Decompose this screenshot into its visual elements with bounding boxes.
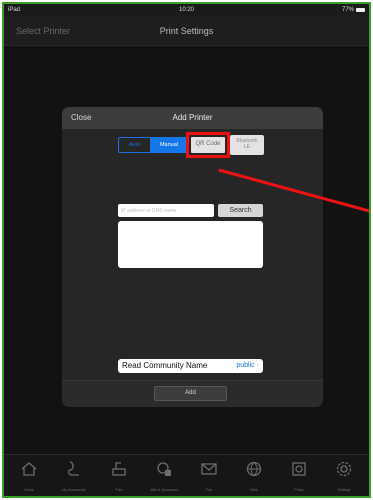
ipad-screen: iPad 10:20 77% Select Printer Print Sett… [2, 2, 371, 498]
tab-label: Print [115, 488, 123, 492]
tab-my-documents[interactable]: My Documents [51, 455, 97, 496]
add-button[interactable]: Add [154, 386, 227, 401]
dialog-title: Add Printer [172, 113, 213, 122]
tab-web-document[interactable]: Web & Document [141, 455, 187, 496]
segment-le-label: LE [243, 144, 251, 150]
home-icon [21, 462, 37, 476]
read-community-name-row[interactable]: Read Community Name public › [118, 359, 263, 373]
community-name-label: Read Community Name [122, 361, 208, 370]
dialog-header: Close Add Printer [62, 107, 323, 129]
tab-label: My Documents [62, 488, 86, 492]
ip-address-input[interactable] [118, 204, 214, 217]
segment-auto[interactable]: Auto [118, 137, 151, 153]
tab-fax[interactable]: Fax [186, 455, 232, 496]
qr-code-highlight-box [186, 132, 230, 158]
battery-percent: 77% [341, 7, 354, 13]
search-results-list[interactable] [118, 221, 263, 268]
battery-indicator: 77% [342, 7, 365, 13]
envelope-icon [201, 463, 217, 475]
tab-label: Fax [206, 488, 212, 492]
page-title: Print Settings [159, 26, 214, 36]
chevron-right-icon: › [256, 362, 259, 369]
dialog-footer: Add [62, 380, 323, 407]
tab-label: Photo [294, 488, 304, 492]
community-name-value: public › [236, 362, 259, 369]
status-time: 10:20 [178, 7, 194, 13]
status-bar: iPad 10:20 77% [4, 4, 369, 16]
web-document-icon [157, 462, 171, 476]
tab-web[interactable]: Web [231, 455, 277, 496]
navigation-bar: Select Printer Print Settings [4, 16, 369, 46]
segment-bluetooth-le[interactable]: Bluetooth LE [230, 135, 264, 155]
add-printer-dialog: Close Add Printer Auto Manual QR Code Bl… [62, 107, 323, 407]
tab-photo[interactable]: Photo [276, 455, 322, 496]
tab-label: Web & Document [150, 488, 178, 492]
bottom-tab-bar: Home My Documents Print Web & Document F… [4, 454, 369, 496]
photo-icon [292, 462, 306, 476]
documents-icon [68, 461, 79, 476]
tab-label: Web [250, 488, 258, 492]
gear-icon [336, 461, 352, 477]
community-value-text: public [236, 362, 255, 369]
segment-manual[interactable]: Manual [151, 137, 187, 153]
tab-label: Settings [337, 488, 351, 492]
battery-icon [356, 8, 365, 12]
main-content: Close Add Printer Auto Manual QR Code Bl… [4, 46, 369, 454]
search-button[interactable]: Search [218, 204, 263, 217]
tab-label: Home [24, 488, 34, 492]
tab-print[interactable]: Print [96, 455, 142, 496]
print-icon [112, 462, 126, 476]
tab-settings[interactable]: Settings [321, 455, 367, 496]
globe-icon [246, 461, 262, 477]
tab-home[interactable]: Home [6, 455, 52, 496]
